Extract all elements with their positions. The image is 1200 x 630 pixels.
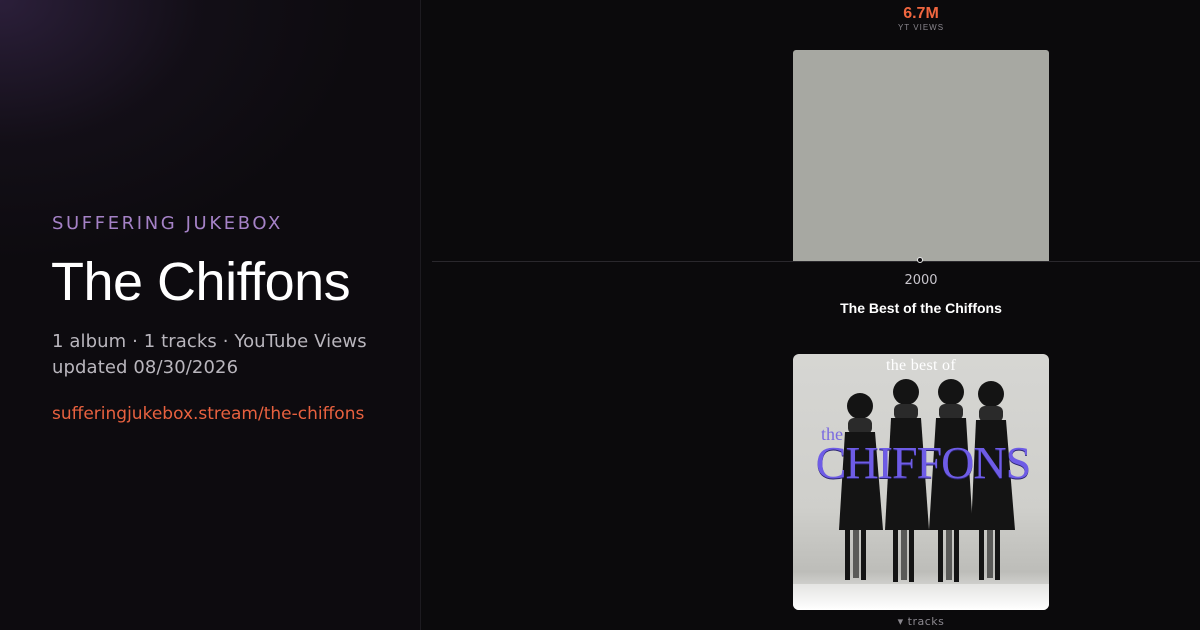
cover-band-name: CHIFFONS: [815, 437, 1031, 488]
tracks-toggle[interactable]: ▾ tracks: [821, 615, 1021, 628]
timeline-marker: [917, 257, 923, 263]
artist-summary: 1 album · 1 tracks · YouTube Views: [52, 331, 367, 352]
artist-name: The Chiffons: [51, 252, 351, 312]
views-bar: [793, 50, 1049, 261]
views-value: 6.7M: [903, 5, 939, 22]
cover-floor: [793, 584, 1049, 610]
timeline-axis: [432, 261, 1200, 262]
cover-subtitle: the best of: [886, 357, 956, 374]
album-title: The Best of the Chiffons: [840, 300, 1002, 316]
artist-page-link[interactable]: sufferingjukebox.stream/the-chiffons: [52, 404, 364, 424]
artist-info-panel: SUFFERING JUKEBOX The Chiffons 1 album ·…: [0, 0, 421, 630]
album-cover[interactable]: the best of the CHIFFONS: [793, 354, 1049, 610]
updated-date: updated 08/30/2026: [52, 357, 239, 378]
album-year: 2000: [904, 273, 938, 288]
views-label: YT VIEWS: [897, 23, 945, 32]
site-brand: SUFFERING JUKEBOX: [52, 213, 283, 234]
